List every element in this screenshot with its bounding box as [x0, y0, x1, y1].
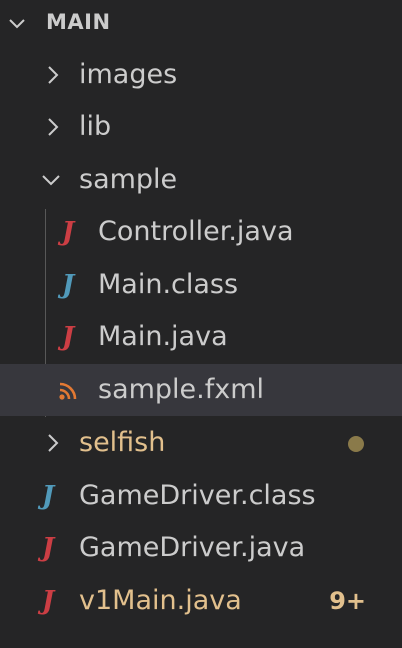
tree-folder-sample[interactable]: sample	[0, 154, 402, 206]
section-title: MAIN	[46, 10, 111, 34]
tree-file-sample-fxml[interactable]: sample.fxml	[0, 364, 402, 416]
java-file-icon: J	[61, 322, 75, 352]
class-file-icon: J	[61, 270, 75, 300]
tree-file-gamedriver-class[interactable]: J GameDriver.class	[0, 470, 402, 522]
tree-item-label: lib	[79, 111, 112, 142]
class-file-icon: J	[41, 481, 55, 511]
tree-item-label: Main.class	[98, 269, 239, 300]
tree-file-v1main-java[interactable]: J v1Main.java 9+	[0, 575, 402, 627]
java-file-icon: J	[41, 586, 55, 616]
rss-icon	[59, 382, 77, 400]
section-header-main[interactable]: MAIN	[0, 0, 402, 48]
chevron-down-icon	[42, 175, 60, 186]
tree-item-label: sample.fxml	[98, 374, 265, 405]
tree-folder-selfish[interactable]: selfish	[0, 417, 402, 469]
chevron-right-icon	[48, 118, 59, 136]
tree-item-label: sample	[79, 164, 178, 195]
tree-item-label: images	[79, 59, 178, 90]
tree-item-label: GameDriver.java	[79, 532, 306, 563]
problems-badge: 9+	[329, 587, 366, 615]
tree-file-gamedriver-java[interactable]: J GameDriver.java	[0, 522, 402, 574]
tree-item-label: Main.java	[98, 321, 228, 352]
tree-item-label: GameDriver.class	[79, 480, 316, 511]
tree-item-label: v1Main.java	[79, 585, 242, 616]
tree-folder-lib[interactable]: lib	[0, 101, 402, 153]
chevron-right-icon	[48, 66, 59, 84]
tree-file-main-java[interactable]: J Main.java	[0, 311, 402, 363]
tree-file-main-class[interactable]: J Main.class	[0, 259, 402, 311]
java-file-icon: J	[41, 533, 55, 563]
java-file-icon: J	[61, 217, 75, 247]
tree-item-label: selfish	[79, 427, 166, 458]
tree-item-label: Controller.java	[98, 216, 294, 247]
modified-dot-icon	[348, 436, 364, 452]
tree-folder-images[interactable]: images	[0, 49, 402, 101]
tree-file-controller-java[interactable]: J Controller.java	[0, 206, 402, 258]
chevron-down-icon	[9, 19, 25, 29]
chevron-right-icon	[48, 434, 59, 452]
